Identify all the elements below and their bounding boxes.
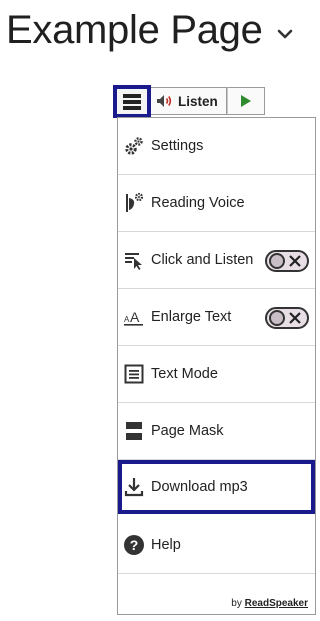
footer-by: by <box>231 598 242 609</box>
menu-item-reading-voice[interactable]: Reading Voice <box>118 175 315 232</box>
click-and-listen-toggle[interactable] <box>265 250 309 272</box>
chevron-down-icon[interactable] <box>277 26 293 42</box>
speaker-icon <box>157 95 172 107</box>
gears-icon <box>123 135 145 157</box>
download-icon <box>123 476 145 498</box>
listen-label: Listen <box>178 93 218 109</box>
menu-item-label: Click and Listen <box>151 252 254 268</box>
play-button[interactable] <box>226 87 265 115</box>
readspeaker-menu: Settings Reading Voice Click and Listen <box>117 117 316 615</box>
menu-item-label: Help <box>151 537 181 553</box>
page-title-row[interactable]: Example Page <box>6 6 293 54</box>
menu-item-label: Page Mask <box>151 423 224 439</box>
menu-item-page-mask[interactable]: Page Mask <box>118 403 315 460</box>
readspeaker-link[interactable]: ReadSpeaker <box>245 598 308 609</box>
menu-item-label: Settings <box>151 138 204 154</box>
click-listen-icon <box>123 249 145 271</box>
menu-item-settings[interactable]: Settings <box>118 118 315 175</box>
menu-button[interactable] <box>113 85 151 118</box>
text-mode-icon <box>123 363 145 385</box>
menu-item-label: Download mp3 <box>151 479 248 495</box>
menu-item-download-mp3[interactable]: Download mp3 <box>118 460 315 514</box>
enlarge-text-icon: A A <box>123 306 145 328</box>
menu-item-click-and-listen[interactable]: Click and Listen <box>118 232 315 289</box>
svg-text:?: ? <box>130 537 139 553</box>
toggle-knob <box>269 310 285 326</box>
menu-item-label: Text Mode <box>151 366 218 382</box>
close-icon <box>289 312 301 324</box>
svg-text:A: A <box>130 309 140 325</box>
play-icon <box>240 95 251 107</box>
toggle-knob <box>269 253 285 269</box>
hamburger-icon <box>123 93 141 110</box>
help-icon: ? <box>123 534 145 556</box>
menu-item-text-mode[interactable]: Text Mode <box>118 346 315 403</box>
close-icon <box>289 255 301 267</box>
readspeaker-credit[interactable]: by ReadSpeaker <box>231 598 308 609</box>
page-mask-icon <box>123 420 145 442</box>
readspeaker-toolbar: Listen <box>113 85 265 118</box>
listen-button[interactable]: Listen <box>151 87 227 115</box>
menu-item-help[interactable]: ? Help <box>118 517 315 574</box>
menu-item-enlarge-text[interactable]: A A Enlarge Text <box>118 289 315 346</box>
menu-item-label: Enlarge Text <box>151 309 232 325</box>
enlarge-text-toggle[interactable] <box>265 307 309 329</box>
page-title: Example Page <box>6 8 263 52</box>
reading-voice-icon <box>123 192 145 214</box>
menu-item-label: Reading Voice <box>151 195 245 211</box>
